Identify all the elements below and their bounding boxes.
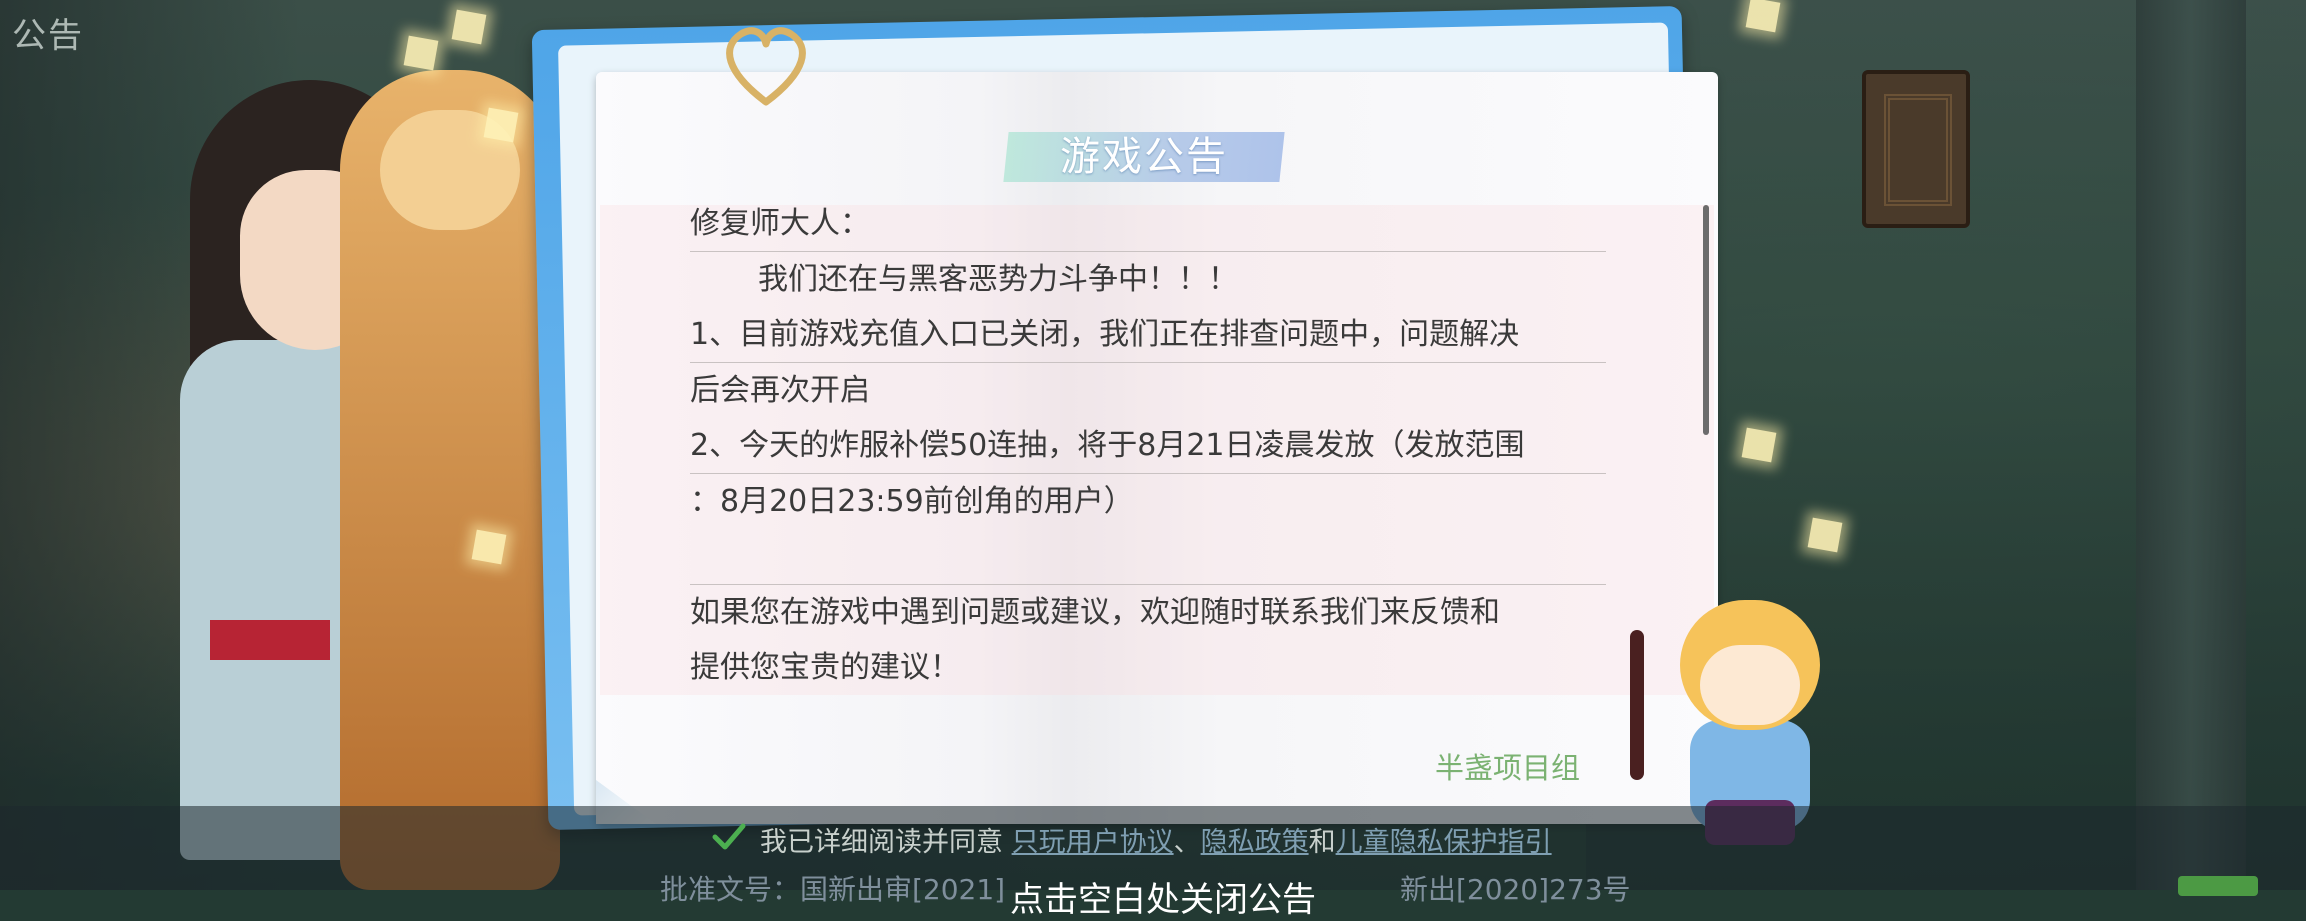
floating-light [483,107,519,143]
approval-number-right: 新出[2020]273号 [1400,873,1631,906]
notice-title: 游戏公告 [1060,134,1228,180]
privacy-policy-link[interactable]: 隐私政策 [1201,827,1309,858]
child-privacy-link[interactable]: 儿童隐私保护指引 [1336,827,1552,858]
floating-light [1807,517,1843,553]
floating-light [471,529,507,565]
background-pillar [2136,0,2246,890]
cat-character-illustration [340,70,560,890]
agreement-text: 我已详细阅读并同意 只玩用户协议、隐私政策和儿童隐私保护指引 [760,820,1552,859]
notice-scrollbar[interactable] [1703,205,1709,435]
notice-line: 修复师大人： [690,196,1606,252]
notice-line: 1、目前游戏充值入口已关闭，我们正在排查问题中，问题解决 [690,307,1606,363]
floating-light [1745,0,1781,33]
agreement-separator: 、 [1173,827,1201,858]
notice-line: 提供您宝贵的建议！ [690,650,960,685]
user-agreement-link[interactable]: 只玩用户协议 [1012,827,1174,858]
notice-content[interactable]: 修复师大人： 我们还在与黑客恶势力斗争中！！！ 1、目前游戏充值入口已关闭，我们… [690,196,1606,695]
agreement-prefix: 我已详细阅读并同意 [760,827,1003,858]
floating-light [1741,427,1777,463]
notice-line: 后会再次开启 [690,373,870,408]
notice-line: 如果您在游戏中遇到问题或建议，欢迎随时联系我们来反馈和 [690,595,1500,630]
enter-game-button[interactable] [2178,876,2258,896]
floating-light [403,35,439,71]
notice-line: ：8月20日23:59前创角的用户） [690,484,1134,519]
notice-signature: 半盏项目组 [1434,751,1580,785]
notice-line: 2、今天的炸服补偿50连抽，将于8月21日凌晨发放（发放范围 [690,418,1606,474]
floating-light [451,9,487,45]
agreement-and: 和 [1308,827,1336,858]
corner-label: 公告 [12,16,84,56]
hanging-lantern [1862,70,1970,228]
approval-number-text: 批准文号：国新出审[2021] [660,873,1006,906]
check-icon[interactable] [712,822,746,852]
notice-line: 我们还在与黑客恶势力斗争中！！！ [758,262,1238,297]
heart-icon [726,27,806,106]
close-hint-text: 点击空白处关闭公告 [1010,880,1316,920]
notice-line [690,529,1606,585]
